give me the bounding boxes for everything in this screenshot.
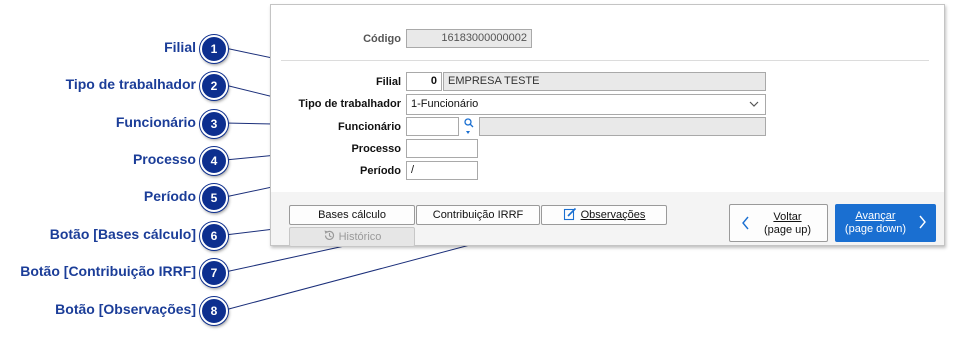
tipo-trabalhador-value: 1-Funcionário — [411, 98, 479, 110]
callout-badge-7: 7 — [200, 259, 228, 287]
callout-badge-1: 1 — [200, 35, 228, 63]
callout-badge-3: 3 — [200, 110, 228, 138]
callout-badge-5: 5 — [200, 184, 228, 212]
avancar-hint: (page down) — [844, 223, 907, 235]
voltar-label: Voltar — [773, 211, 802, 223]
processo-label: Processo — [351, 143, 401, 155]
periodo-label: Período — [360, 165, 401, 177]
historico-button[interactable]: Histórico — [289, 227, 415, 247]
chevron-down-icon — [749, 95, 759, 114]
callout-badge-4: 4 — [200, 147, 228, 175]
historico-button-label: Histórico — [338, 231, 382, 243]
contribuicao-irrf-button[interactable]: Contribuição IRRF — [416, 205, 540, 225]
callout-label-4: Processo — [132, 151, 196, 167]
codigo-field: 16183000000002 — [406, 29, 532, 48]
search-icon[interactable] — [463, 117, 475, 136]
callout-label-2: Tipo de trabalhador — [65, 76, 196, 92]
tipo-trabalhador-select[interactable]: 1-Funcionário — [406, 94, 766, 115]
callout-label-6: Botão [Bases cálculo] — [49, 226, 196, 242]
avancar-label: Avançar — [855, 210, 896, 222]
filial-code-input[interactable]: 0 — [406, 72, 442, 91]
form-panel: Código 16183000000002 Filial 0 EMPRESA T… — [270, 4, 945, 247]
callout-badge-6: 6 — [200, 222, 228, 250]
filial-name-field: EMPRESA TESTE — [443, 72, 766, 91]
callout-label-7: Botão [Contribuição IRRF] — [20, 263, 196, 279]
callout-label-8: Botão [Observações] — [55, 301, 196, 317]
processo-input[interactable] — [406, 139, 478, 158]
callout-label-5: Período — [143, 188, 196, 204]
tipo-trabalhador-label: Tipo de trabalhador — [298, 98, 401, 110]
periodo-input[interactable]: / — [406, 161, 478, 180]
chevron-right-icon — [918, 215, 926, 233]
callout-badge-8: 8 — [200, 297, 228, 325]
funcionario-label: Funcionário — [338, 121, 401, 133]
bases-calculo-button[interactable]: Bases cálculo — [289, 205, 415, 225]
observacoes-button[interactable]: Observações — [541, 205, 667, 225]
filial-label: Filial — [375, 76, 401, 88]
section-divider — [281, 60, 929, 61]
codigo-label: Código — [363, 33, 401, 45]
voltar-button[interactable]: Voltar (page up) — [729, 204, 828, 242]
chevron-left-icon — [742, 216, 750, 234]
voltar-hint: (page up) — [763, 224, 812, 236]
funcionario-name-field — [479, 117, 766, 136]
callout-label-1: Filial — [164, 39, 196, 55]
avancar-button[interactable]: Avançar (page down) — [835, 204, 936, 242]
callout-label-3: Funcionário — [115, 114, 196, 130]
callout-badge-2: 2 — [200, 72, 228, 100]
funcionario-code-input[interactable] — [406, 117, 459, 136]
history-icon — [323, 229, 336, 248]
edit-icon — [563, 207, 577, 227]
observacoes-button-label: Observações — [580, 209, 646, 221]
